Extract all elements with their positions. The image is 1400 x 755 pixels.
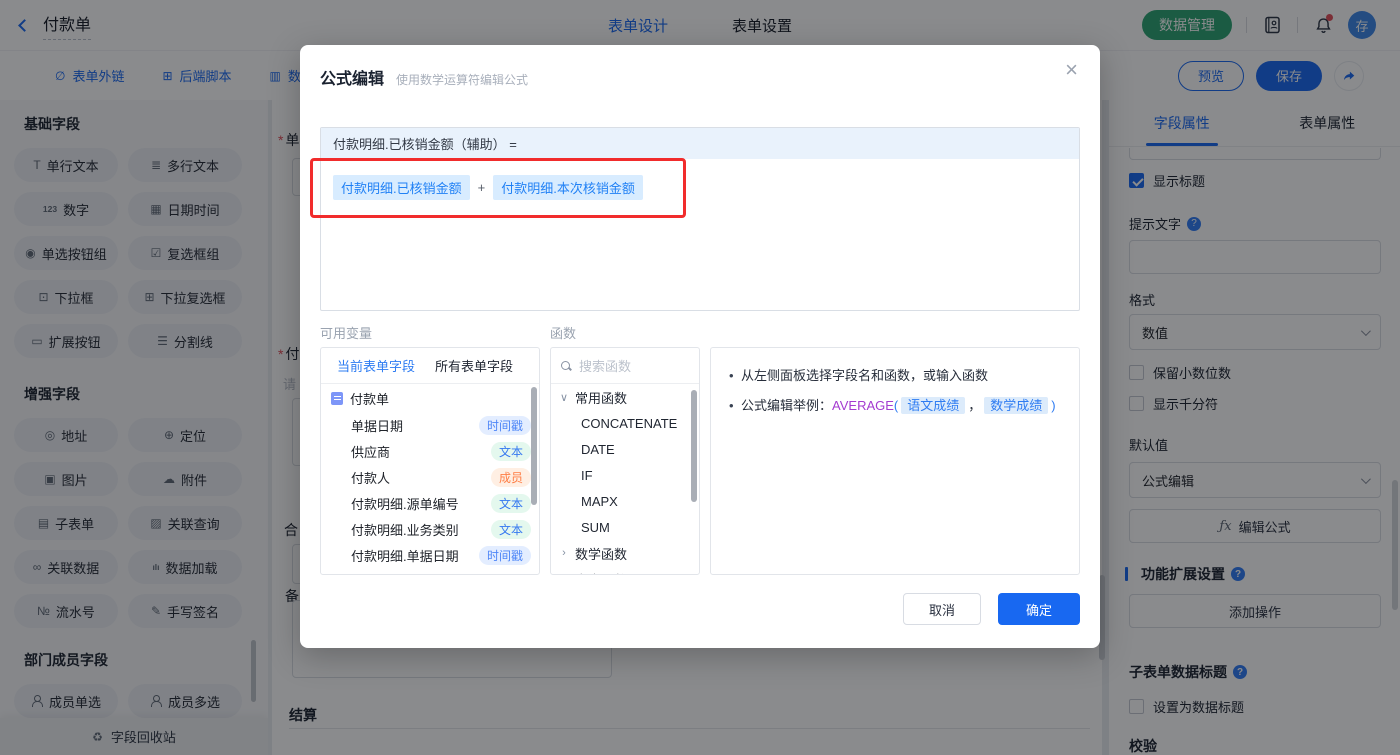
variable-row[interactable]: 付款明细.业务类别 文本 (321, 516, 539, 542)
cancel-button[interactable]: 取消 (903, 593, 981, 625)
function-item[interactable]: MAPX (551, 488, 699, 514)
modal-header: 公式编辑 使用数学运算符编辑公式 (320, 65, 528, 89)
confirm-button[interactable]: 确定 (998, 593, 1080, 625)
modal-subtitle: 使用数学运算符编辑公式 (396, 73, 529, 87)
example-function-name: AVERAGE (832, 398, 894, 413)
variable-tree-root[interactable]: 付款单 (321, 384, 539, 412)
variable-row[interactable]: 付款明细.单据日期 时间戳 (321, 542, 539, 568)
formula-editor[interactable]: 付款明细.已核销金额（辅助） = 付款明细.已核销金额 + 付款明细.本次核销金… (320, 127, 1080, 311)
tab-all-form-fields[interactable]: 所有表单字段 (435, 356, 513, 375)
chevron-closed-icon: › (559, 573, 569, 574)
function-item[interactable]: SUM (551, 514, 699, 540)
tips-list: 从左侧面板选择字段名和函数，或输入函数 公式编辑举例：AVERAGE(语文成绩，… (711, 348, 1079, 424)
tip-line-2: 公式编辑举例：AVERAGE(语文成绩，数学成绩) (727, 396, 1063, 416)
formula-target: 付款明细.已核销金额（辅助） = (321, 128, 1079, 159)
formula-edit-modal: 公式编辑 使用数学运算符编辑公式 × 付款明细.已核销金额（辅助） = 付款明细… (300, 45, 1100, 648)
type-badge-text: 文本 (490, 441, 531, 461)
function-group-common[interactable]: ∨ 常用函数 (551, 384, 699, 410)
variable-row[interactable]: 付款人 成员 (321, 464, 539, 490)
function-group-text[interactable]: › 文本函数 (551, 566, 699, 575)
function-search-box[interactable]: 搜索函数 (551, 348, 699, 384)
form-designer-app: 付款单 表单设计 表单设置 数据管理 存 ∅ 表单外链 ⊞ 后端脚本 ▥ 预览 … (0, 0, 1400, 755)
chevron-open-icon: ∨ (559, 391, 569, 404)
variable-row[interactable]: 付款明细.源单编号 文本 (321, 490, 539, 516)
type-badge-text: 文本 (490, 493, 531, 513)
example-field-chip: 语文成绩 (901, 397, 966, 414)
variables-tabs: 当前表单字段 所有表单字段 (321, 348, 539, 384)
formula-field-chip[interactable]: 付款明细.本次核销金额 (493, 175, 643, 200)
variable-row[interactable]: 供应商 文本 (321, 438, 539, 464)
function-item[interactable]: CONCATENATE (551, 410, 699, 436)
variables-scrollbar-thumb[interactable] (531, 387, 537, 505)
function-item[interactable]: IF (551, 462, 699, 488)
variables-label: 可用变量 (320, 326, 373, 341)
search-placeholder: 搜索函数 (579, 359, 632, 374)
type-badge-member: 成员 (490, 467, 531, 487)
function-item[interactable]: DATE (551, 436, 699, 462)
chevron-closed-icon: › (562, 547, 566, 559)
type-badge-timestamp: 时间戳 (478, 545, 531, 565)
type-badge-text: 文本 (490, 519, 531, 539)
functions-scrollbar-thumb[interactable] (691, 390, 697, 502)
formula-expression[interactable]: 付款明细.已核销金额 + 付款明细.本次核销金额 (321, 159, 1079, 216)
functions-panel: 搜索函数 ∨ 常用函数 CONCATENATE DATE IF MAPX SUM… (550, 347, 700, 575)
formula-field-chip[interactable]: 付款明细.已核销金额 (333, 175, 470, 200)
variable-row[interactable]: 单据日期 时间戳 (321, 412, 539, 438)
plus-operator: + (477, 180, 486, 195)
tips-panel: 从左侧面板选择字段名和函数，或输入函数 公式编辑举例：AVERAGE(语文成绩，… (710, 347, 1080, 575)
function-group-math[interactable]: › 数学函数 (551, 540, 699, 566)
form-doc-icon (331, 391, 343, 405)
close-icon[interactable]: × (1065, 59, 1078, 81)
search-icon (561, 360, 571, 371)
type-badge-timestamp: 时间戳 (478, 415, 531, 435)
modal-title: 公式编辑 (320, 71, 385, 88)
tab-current-form-fields[interactable]: 当前表单字段 (337, 356, 415, 375)
tip-line-1: 从左侧面板选择字段名和函数，或输入函数 (727, 366, 1063, 386)
functions-label: 函数 (550, 326, 577, 341)
variables-panel: 当前表单字段 所有表单字段 付款单 单据日期 时间戳 供应商 文本 付款人 成员… (320, 347, 540, 575)
example-field-chip: 数学成绩 (984, 397, 1049, 414)
